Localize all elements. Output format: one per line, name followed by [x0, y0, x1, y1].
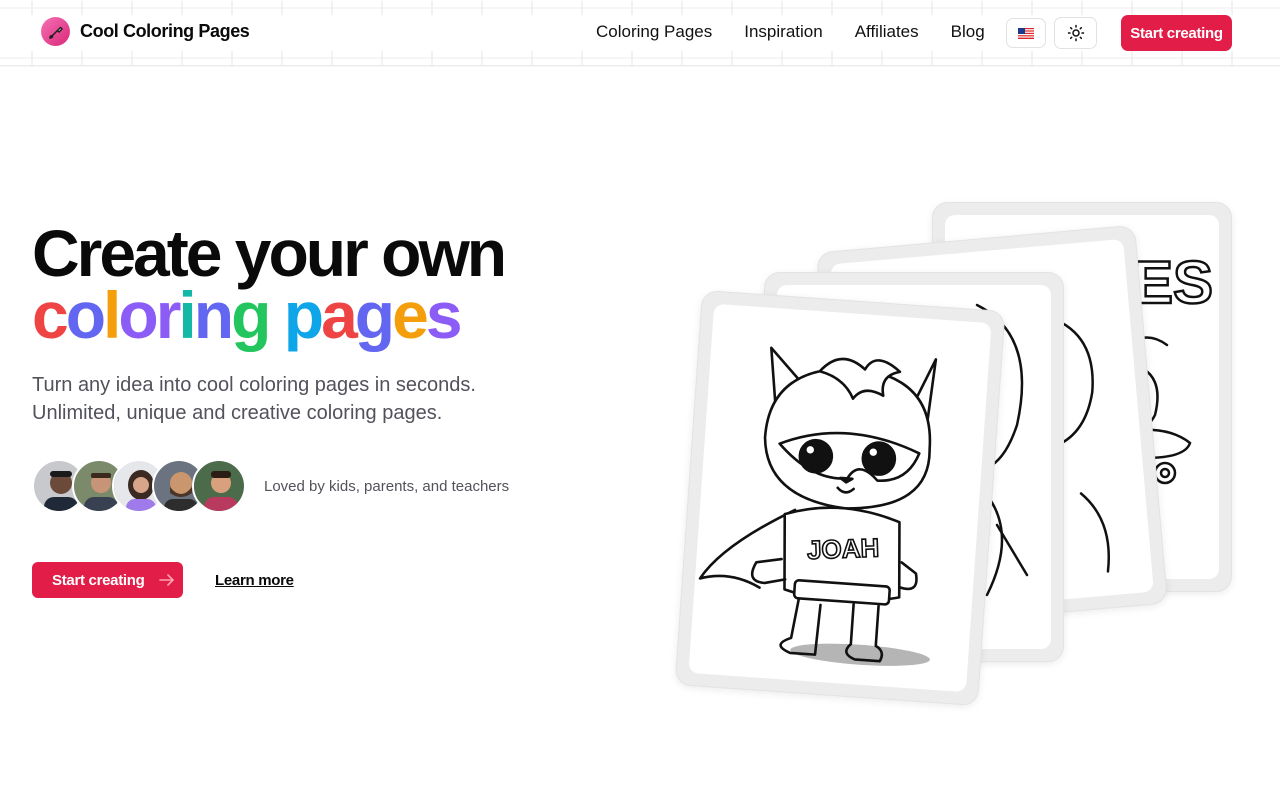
- brand-link[interactable]: Cool Coloring Pages: [41, 17, 250, 46]
- nav-coloring-pages[interactable]: Coloring Pages: [596, 22, 712, 42]
- user-avatars: [32, 459, 246, 513]
- learn-more-link[interactable]: Learn more: [215, 572, 294, 589]
- hero-title-letter: [268, 278, 283, 352]
- hero-title-letter: g: [231, 278, 271, 352]
- sun-icon: [1067, 24, 1084, 42]
- us-flag-icon: [1018, 27, 1034, 39]
- hero-start-creating-button[interactable]: Start creating: [32, 562, 183, 598]
- brand-name: Cool Coloring Pages: [80, 21, 250, 41]
- hero-title-letter: a: [321, 278, 358, 352]
- nav-blog[interactable]: Blog: [951, 22, 985, 42]
- hero-title-letter: i: [178, 278, 196, 352]
- theme-toggle-button[interactable]: [1054, 17, 1097, 49]
- arrow-right-icon: [158, 574, 174, 586]
- hero-start-creating-label: Start creating: [52, 571, 145, 589]
- social-proof-text: Loved by kids, parents, and teachers: [264, 478, 510, 495]
- preview-card-front: JOAH: [674, 289, 1006, 707]
- hero-title-letter: o: [118, 278, 158, 352]
- hero-title-letter: g: [354, 278, 395, 352]
- nav-affiliates[interactable]: Affiliates: [855, 22, 919, 42]
- hero-title-letter: c: [32, 278, 69, 352]
- hero-title-colored-line: coloring pages: [32, 282, 504, 348]
- preview-card-front-page: JOAH: [688, 303, 992, 693]
- hero-title-letter: p: [283, 278, 324, 352]
- preview-card-back-text: ES: [1133, 249, 1213, 316]
- main-nav: Coloring Pages Inspiration Affiliates Bl…: [596, 22, 985, 42]
- hero-title-letter: n: [193, 278, 234, 352]
- paintbrush-icon: [41, 17, 70, 46]
- hero-title-letter: s: [425, 278, 463, 352]
- hero-subtitle: Turn any idea into cool coloring pages i…: [32, 374, 476, 424]
- hero-title-letter: o: [65, 278, 106, 352]
- avatar: [192, 459, 246, 513]
- hero-title: Create your own coloring pages: [32, 220, 507, 348]
- header-start-creating-button[interactable]: Start creating: [1121, 15, 1232, 51]
- language-button[interactable]: [1006, 18, 1046, 48]
- hero-title-letter: r: [155, 278, 182, 352]
- hero-title-letter: e: [392, 278, 429, 352]
- coloring-page-previews: ES JOAH: [600, 190, 1280, 730]
- hero-title-letter: l: [103, 278, 121, 352]
- preview-card-front-name: JOAH: [807, 532, 880, 565]
- nav-inspiration[interactable]: Inspiration: [744, 22, 822, 42]
- site-header: Cool Coloring Pages Coloring Pages Inspi…: [0, 0, 1280, 67]
